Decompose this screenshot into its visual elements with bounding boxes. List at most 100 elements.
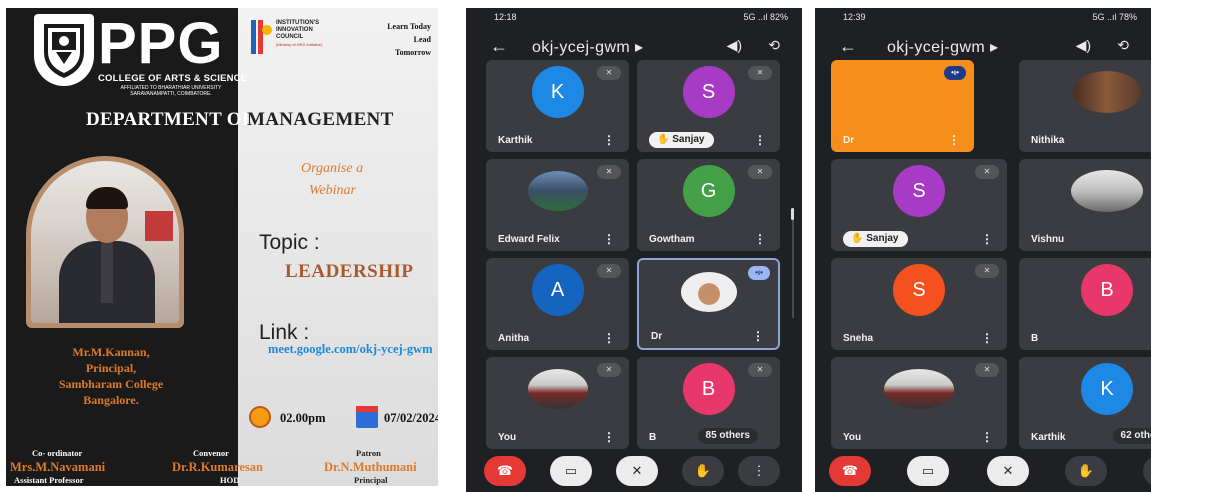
topic-label: Topic : (259, 231, 320, 254)
avatar: K (1081, 363, 1133, 415)
mic-off-icon: ✕ (975, 363, 999, 377)
participant-tile[interactable]: ✕ S ✋ Sanjay ⋮ (831, 159, 1007, 251)
raised-hand-name: Sanjay (672, 134, 705, 145)
organise-text: Organise a Webinar (301, 158, 363, 202)
participant-tile[interactable]: ✕ Nithika ⋮ (1019, 60, 1151, 152)
status-bar: 12:18 5G ..ıl 82% (466, 8, 802, 26)
more-options-icon[interactable]: ⋮ (981, 232, 993, 246)
participant-name: Dr (651, 331, 663, 342)
status-indicators: 5G ..ıl 78% (1092, 12, 1137, 22)
end-call-button[interactable]: ☎ (829, 456, 871, 486)
meeting-link[interactable]: meet.google.com/okj-ycej-gwm (268, 342, 433, 357)
mic-off-icon: ✕ (597, 165, 621, 179)
meeting-code[interactable]: okj-ycej-gwm ▸ (532, 37, 643, 57)
calendar-icon (356, 406, 378, 428)
switch-camera-icon[interactable]: ⟲ (768, 37, 780, 54)
call-controls: ☎ ▭ ✕ ✋ ⋮ (815, 450, 1151, 492)
mic-off-button[interactable]: ✕ (616, 456, 658, 486)
more-options-icon[interactable]: ⋮ (981, 430, 993, 444)
participant-name: Edward Felix (498, 234, 560, 245)
speaker-line-4: Bangalore. (83, 393, 139, 407)
dept-title-a: DEPARTMENT OF (86, 109, 254, 130)
topic-title: LEADERSHIP (285, 261, 414, 282)
participant-tile[interactable]: ✕ B B ⋮ (1019, 258, 1151, 350)
iic-text: INSTITUTION'S INNOVATION COUNCIL (Minist… (276, 20, 322, 48)
more-button[interactable]: ⋮ (1143, 456, 1151, 486)
participant-tile-self[interactable]: ✕ You ⋮ (486, 357, 629, 449)
participant-tile[interactable]: ✕ K Karthik 62 others (1019, 357, 1151, 449)
participant-tile[interactable]: ✕ S Sneha ⋮ (831, 258, 1007, 350)
participant-tile[interactable]: ✕ Edward Felix ⋮ (486, 159, 629, 251)
more-options-icon[interactable]: ⋮ (603, 133, 615, 147)
more-options-icon[interactable]: ⋮ (948, 133, 960, 147)
speaking-indicator-icon: •ı• (944, 66, 966, 80)
participant-photo (1073, 71, 1141, 113)
more-options-icon[interactable]: ⋮ (603, 430, 615, 444)
more-options-icon[interactable]: ⋮ (754, 133, 766, 147)
participant-tile[interactable]: ✕ B B 85 others (637, 357, 780, 449)
participant-tile[interactable]: ✕ K Karthik ⋮ (486, 60, 629, 152)
page-root: PPG COLLEGE OF ARTS & SCIENCE AFFILIATED… (0, 0, 1217, 492)
meet-screen-2: 12:39 5G ..ıl 78% ← okj-ycej-gwm ▸ ◀) ⟲ … (815, 8, 1151, 492)
mic-off-icon: ✕ (748, 363, 772, 377)
back-arrow-icon[interactable]: ← (839, 36, 857, 57)
speaker-details: Mr.M.Kannan, Principal, Sambharam Colleg… (36, 344, 186, 408)
more-options-icon[interactable]: ⋮ (603, 232, 615, 246)
participant-tile[interactable]: ✕ G Gowtham ⋮ (637, 159, 780, 251)
speaker-icon[interactable]: ◀) (727, 37, 742, 54)
status-time: 12:39 (843, 12, 866, 22)
mic-off-button[interactable]: ✕ (987, 456, 1029, 486)
raise-hand-button[interactable]: ✋ (682, 456, 724, 486)
college-name: COLLEGE OF ARTS & SCIENCE (98, 73, 248, 84)
raised-hand-badge: ✋ Sanjay (649, 132, 715, 148)
more-options-icon[interactable]: ⋮ (603, 331, 615, 345)
more-button[interactable]: ⋮ (738, 456, 780, 486)
raised-hand-name: Sanjay (866, 233, 899, 244)
meeting-header: ← okj-ycej-gwm ▸ ◀) ⟲ (466, 34, 802, 60)
participant-tile[interactable]: ✕ A Anitha ⋮ (486, 258, 629, 350)
camera-off-button[interactable]: ▭ (550, 456, 592, 486)
tagline-1: Learn Today (387, 22, 431, 31)
college-logo (34, 14, 94, 86)
more-options-icon[interactable]: ⋮ (754, 232, 766, 246)
convenor-title: HOD (220, 475, 240, 485)
participant-photo (527, 369, 588, 409)
avatar: S (893, 165, 945, 217)
participant-tile-active[interactable]: •ı• Dr ⋮ (637, 258, 780, 350)
scrollbar-track (792, 208, 794, 318)
participant-tile-active[interactable]: •ı• Dr ⋮ (831, 60, 974, 152)
meeting-code[interactable]: okj-ycej-gwm ▸ (887, 37, 998, 57)
camera-off-button[interactable]: ▭ (907, 456, 949, 486)
speaker-icon[interactable]: ◀) (1076, 37, 1091, 54)
participant-tile[interactable]: ✕ Vishnu ⋮ (1019, 159, 1151, 251)
speaker-hair (86, 187, 128, 209)
participant-name: You (498, 432, 517, 443)
patron-title: Principal (354, 475, 388, 485)
more-options-icon[interactable]: ⋮ (981, 331, 993, 345)
others-count-badge[interactable]: 85 others (697, 428, 758, 444)
participant-name: Karthik (498, 135, 533, 146)
event-time: 02.00pm (280, 411, 326, 425)
participant-tile-self[interactable]: ✕ You ⋮ (831, 357, 1007, 449)
participant-name: Gowtham (649, 234, 695, 245)
call-controls: ☎ ▭ ✕ ✋ ⋮ (466, 450, 802, 492)
others-count-badge[interactable]: 62 others (1112, 428, 1151, 444)
end-call-button[interactable]: ☎ (484, 456, 526, 486)
scrollbar-thumb[interactable] (791, 208, 794, 220)
speaker-photo (31, 161, 179, 323)
college-emblem-icon (44, 24, 84, 78)
status-time: 12:18 (494, 12, 517, 22)
switch-camera-icon[interactable]: ⟲ (1117, 37, 1129, 54)
tagline-2: Lead Tomorrow (395, 35, 431, 57)
coordinator-label: Co- ordinator (32, 448, 83, 458)
more-options-icon[interactable]: ⋮ (752, 329, 764, 343)
speaker-photo-frame (26, 156, 184, 328)
participant-tile[interactable]: ✕ S ✋ Sanjay ⋮ (637, 60, 780, 152)
status-bar: 12:39 5G ..ıl 78% (815, 8, 1151, 26)
back-arrow-icon[interactable]: ← (490, 36, 508, 57)
bg-sign (145, 211, 173, 241)
organise-line-2: Webinar (309, 183, 356, 198)
iic-line-3: COUNCIL (276, 34, 304, 40)
convenor-label: Convenor (193, 448, 229, 458)
raise-hand-button[interactable]: ✋ (1065, 456, 1107, 486)
